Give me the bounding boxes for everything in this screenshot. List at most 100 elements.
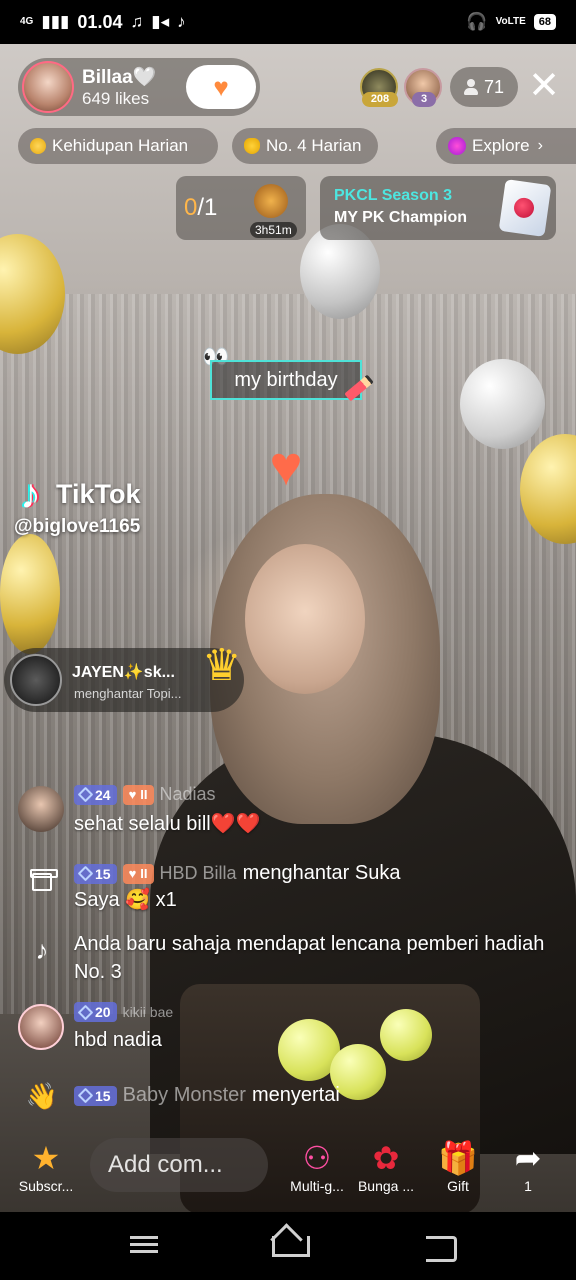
heart-icon: ♥ 16 <box>213 74 239 101</box>
wave-hand-icon: 👋 <box>25 1080 59 1111</box>
commenter-avatar[interactable] <box>18 1004 64 1050</box>
pk-champion-card[interactable]: PKCL Season 3 MY PK Champion <box>320 176 556 240</box>
level-badge: 20 <box>74 1002 117 1022</box>
diamond-icon <box>77 865 94 882</box>
comment-item: ♪ Anda baru sahaja mendapat lencana pemb… <box>18 930 558 990</box>
add-comment-input[interactable]: Add com... <box>90 1138 268 1192</box>
system-notice-icon-wrap: ♪ <box>22 930 62 970</box>
gift-sender-avatar[interactable] <box>10 654 62 706</box>
watermark-brand: TikTok <box>56 478 141 509</box>
gift-banner[interactable]: JAYEN✨sk... menghantar Topi... ♛ <box>4 642 244 712</box>
host-avatar[interactable] <box>22 61 74 113</box>
network-label: 4G <box>20 16 34 27</box>
balloon <box>0 534 60 654</box>
close-button[interactable]: ✕ <box>524 66 564 106</box>
chevron-right-icon: › <box>537 137 543 154</box>
explore-pill[interactable]: Explore › <box>436 128 576 164</box>
multi-guest-button[interactable]: ⚇ Multi-g... <box>284 1138 350 1194</box>
pk-title: PKCL Season 3 <box>334 187 452 204</box>
gift-notice-text: menghantar Suka <box>242 862 401 884</box>
comment-text: Saya 🥰 x1 <box>74 889 177 911</box>
share-count: 1 <box>524 1178 532 1194</box>
diamond-icon <box>77 1004 94 1020</box>
level-value: 15 <box>95 865 111 882</box>
share-button[interactable]: ➦ 1 <box>498 1138 558 1194</box>
bottom-action-bar: ★ Subscr... Add com... ⚇ Multi-g... ✿ Bu… <box>0 1130 576 1210</box>
hand-icon <box>244 138 260 154</box>
system-notice-text: Anda baru sahaja mendapat lencana pember… <box>74 933 545 983</box>
recent-apps-button[interactable] <box>124 1232 164 1260</box>
status-bar: 4G ▮▮▮ 01.04 ♫ ▮◂ ♪ 🎧 VoLTE 68 <box>0 0 576 44</box>
comment-item[interactable]: 20 kikii bae hbd nadia <box>18 1000 558 1056</box>
pk-score-right: /1 <box>197 194 218 221</box>
top-viewer-rank-1: 208 <box>362 92 398 107</box>
host-face <box>245 544 365 694</box>
heart-headband-icon: ♥ <box>269 434 303 497</box>
text-sticker: my birthday <box>210 360 362 400</box>
tiktok-watermark: TikTok <box>20 470 141 518</box>
fan-level: II <box>140 866 148 881</box>
commenter-avatar[interactable] <box>18 786 64 832</box>
level-badge: 24 <box>74 784 117 805</box>
follow-button[interactable]: ♥ 16 <box>186 65 256 109</box>
commenter-name[interactable]: Nadias <box>160 784 216 805</box>
trophy-cube-icon <box>498 179 552 237</box>
home-button[interactable] <box>268 1232 310 1260</box>
crown-gift-icon: ♛ <box>202 641 242 690</box>
subscribe-button[interactable]: ★ Subscr... <box>16 1138 76 1194</box>
viewer-count-button[interactable]: 71 <box>450 67 518 107</box>
rose-gift-button[interactable]: ✿ Bunga ... <box>356 1138 416 1194</box>
viewer-count: 71 <box>483 76 505 97</box>
subscribe-label: Subscr... <box>18 1178 74 1194</box>
back-button[interactable] <box>420 1232 460 1262</box>
gift-icon: 🎁 <box>438 1140 478 1176</box>
person-icon <box>463 79 478 95</box>
video-icon: ▮◂ <box>151 12 170 31</box>
comment-item[interactable]: 15 ♥ II HBD Billa menghantar Suka Saya 🥰… <box>18 858 558 920</box>
host-card[interactable]: Billaa🤍 649 likes ♥ 16 <box>18 58 260 116</box>
android-navigation-bar <box>0 1212 576 1280</box>
tiktok-logo-icon <box>20 470 50 518</box>
top-viewer-rank-2: 3 <box>412 92 436 107</box>
pill-label: No. 4 Harian <box>266 136 362 155</box>
level-badge: 15 <box>74 1085 117 1106</box>
host-likes: 649 likes <box>82 89 150 108</box>
daily-life-pill[interactable]: Kehidupan Harian <box>18 128 218 164</box>
join-notice-icon-wrap: 👋 <box>22 1076 62 1116</box>
star-icon: ★ <box>31 1140 61 1176</box>
level-badge: 15 <box>74 863 117 884</box>
music-icon: ♫ <box>130 12 144 31</box>
commenter-name[interactable]: kikii bae <box>123 1004 174 1020</box>
balloon <box>460 359 545 449</box>
volte-label: VoLTE <box>495 16 526 27</box>
daily-rank-pill[interactable]: No. 4 Harian <box>232 128 378 164</box>
gift-action: menghantar Topi... <box>74 686 182 701</box>
pk-score-left: 0 <box>184 194 198 221</box>
share-icon: ➦ <box>514 1140 542 1176</box>
fan-badge: ♥ II <box>122 784 154 805</box>
tiktok-icon: ♪ <box>35 934 49 965</box>
gift-button[interactable]: 🎁 Gift <box>428 1138 488 1194</box>
battery-icon: 68 <box>533 14 556 30</box>
pk-score-card[interactable]: 0/1 3h51m <box>176 176 306 240</box>
commenter-name[interactable]: Baby Monster <box>123 1084 246 1107</box>
fan-badge: ♥ II <box>122 863 154 884</box>
comment-text: hbd nadia <box>74 1029 162 1051</box>
commenter-name[interactable]: HBD Billa <box>160 863 237 884</box>
host-name: Billaa🤍 <box>82 67 157 88</box>
diamond-icon <box>77 1087 94 1104</box>
tiktok-icon: ♪ <box>177 12 186 31</box>
comment-item[interactable]: 👋 15 Baby Monster menyertai <box>18 1080 558 1114</box>
comment-item[interactable]: 24 ♥ II Nadias sehat selalu bill❤️❤️ <box>18 784 558 844</box>
diamond-icon <box>77 786 94 803</box>
pk-timer: 3h51m <box>250 222 297 238</box>
explore-icon <box>448 137 466 155</box>
multi-guest-label: Multi-g... <box>290 1178 344 1194</box>
lion-icon <box>254 184 288 218</box>
join-notice-text: menyertai <box>251 1084 340 1106</box>
watermark-handle: @biglove1165 <box>14 516 141 537</box>
gift-box-icon <box>30 869 58 891</box>
level-value: 15 <box>95 1087 111 1104</box>
level-value: 24 <box>95 786 111 803</box>
gift-label: Gift <box>447 1178 469 1194</box>
